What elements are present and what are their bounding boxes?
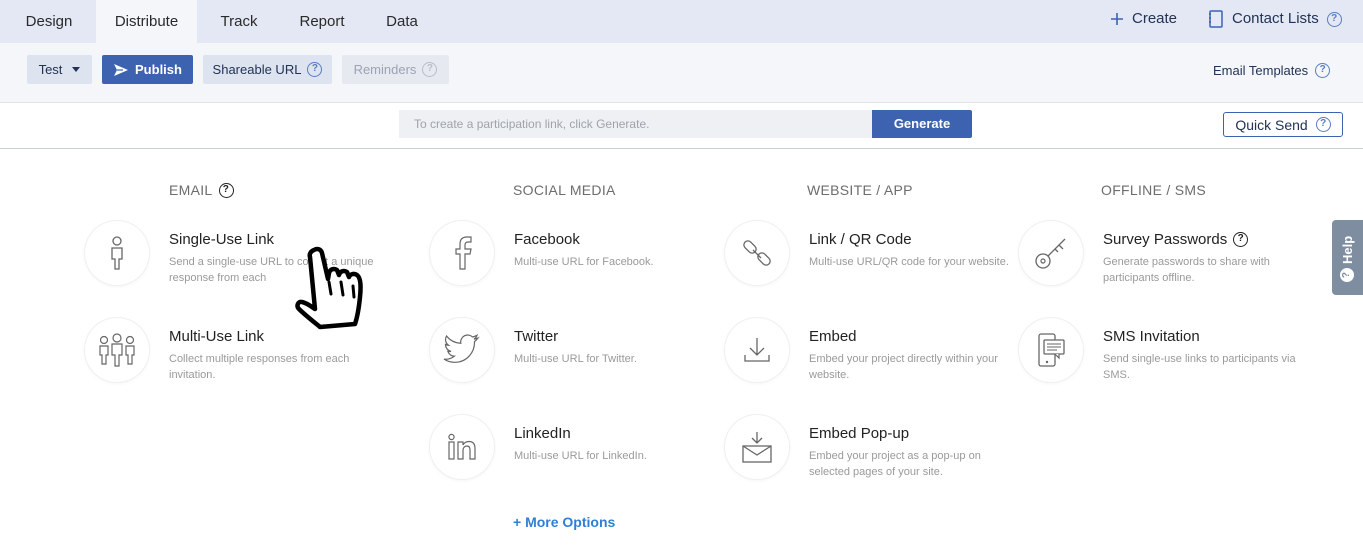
reminders-label: Reminders xyxy=(353,62,417,77)
link-icon xyxy=(725,221,789,285)
help-tab-content: ? Help xyxy=(1337,222,1357,282)
option-title: SMS Invitation xyxy=(1103,328,1200,345)
create-label: Create xyxy=(1132,10,1178,27)
caret-down-icon xyxy=(72,67,81,72)
help-question-icon: ? xyxy=(422,62,438,77)
more-options-link[interactable]: + More Options xyxy=(513,514,615,530)
person-icon xyxy=(85,221,149,285)
option-description: Multi-use URL/QR code for your website. xyxy=(809,256,1009,268)
contact-lists-label: Contact Lists xyxy=(1232,10,1319,27)
top-tab-bar: Design Distribute Track Report Data Crea… xyxy=(0,0,1363,43)
help-label: Help xyxy=(1339,235,1355,264)
reminders-button[interactable]: Reminders ? xyxy=(342,55,449,84)
tab-distribute[interactable]: Distribute xyxy=(96,0,197,43)
plus-icon xyxy=(1111,13,1123,25)
help-question-icon[interactable]: ? xyxy=(1233,232,1249,247)
option-embed[interactable]: Embed Embed your project directly within… xyxy=(725,318,1015,388)
option-description: Embed your project as a pop-up on select… xyxy=(809,450,981,478)
test-label: Test xyxy=(38,62,63,77)
option-description: Embed your project directly within your … xyxy=(809,353,998,381)
address-book-icon xyxy=(1209,10,1223,28)
generate-row: Generate Quick Send ? xyxy=(0,103,1363,149)
contact-lists-button[interactable]: Contact Lists ? xyxy=(1208,0,1342,38)
shareable-url-label: Shareable URL xyxy=(212,62,302,77)
action-bar: Test Publish Shareable URL ? Reminders ?… xyxy=(0,43,1363,103)
option-embed-popup[interactable]: Embed Pop-up Embed your project as a pop… xyxy=(725,415,1015,485)
key-icon xyxy=(1019,221,1083,285)
email-templates-link[interactable]: Email Templates ? xyxy=(1213,63,1331,78)
help-side-tab[interactable]: ? Help xyxy=(1332,220,1363,295)
linkedin-icon xyxy=(430,415,494,479)
option-title: Link / QR Code xyxy=(809,231,912,248)
tab-track[interactable]: Track xyxy=(206,0,272,43)
option-single-use-link[interactable]: Single-Use Link Send a single-use URL to… xyxy=(85,221,375,291)
option-description: Collect multiple responses from each inv… xyxy=(169,353,350,381)
envelope-download-icon xyxy=(725,415,789,479)
option-sms-invitation[interactable]: SMS Invitation Send single-use links to … xyxy=(1019,318,1309,388)
option-description: Generate passwords to share with partici… xyxy=(1103,256,1270,284)
email-heading: EMAIL ? xyxy=(169,182,234,198)
option-title-text: Survey Passwords xyxy=(1103,231,1228,248)
option-description: Multi-use URL for Twitter. xyxy=(514,353,637,365)
option-description: Send single-use links to participants vi… xyxy=(1103,353,1296,381)
email-heading-label: EMAIL xyxy=(169,182,213,198)
option-title: Facebook xyxy=(514,231,580,248)
facebook-icon xyxy=(430,221,494,285)
phone-message-icon xyxy=(1019,318,1083,382)
option-multi-use-link[interactable]: Multi-Use Link Collect multiple response… xyxy=(85,318,375,388)
generate-button[interactable]: Generate xyxy=(872,110,972,138)
tab-data[interactable]: Data xyxy=(375,0,429,43)
twitter-icon xyxy=(430,318,494,382)
option-title: Embed Pop-up xyxy=(809,425,910,442)
option-survey-passwords[interactable]: Survey Passwords ? Generate passwords to… xyxy=(1019,221,1309,291)
option-title: Multi-Use Link xyxy=(169,328,265,345)
quick-send-button[interactable]: Quick Send ? xyxy=(1223,112,1343,137)
offline-sms-heading: OFFLINE / SMS xyxy=(1101,182,1207,198)
social-media-heading: SOCIAL MEDIA xyxy=(513,182,616,198)
option-title: Embed xyxy=(809,328,857,345)
help-question-icon[interactable]: ? xyxy=(218,182,234,198)
option-description: Multi-use URL for LinkedIn. xyxy=(514,450,647,462)
option-facebook[interactable]: Facebook Multi-use URL for Facebook. xyxy=(430,221,720,291)
option-description: Multi-use URL for Facebook. xyxy=(514,256,654,268)
participation-link-input[interactable] xyxy=(399,110,872,138)
publish-button[interactable]: Publish xyxy=(102,55,193,84)
email-templates-label: Email Templates xyxy=(1213,63,1309,78)
option-title: Twitter xyxy=(514,328,559,345)
help-question-icon[interactable]: ? xyxy=(1326,11,1342,27)
help-question-icon: ? xyxy=(307,62,323,77)
quick-send-label: Quick Send xyxy=(1235,116,1308,133)
website-app-heading: WEBSITE / APP xyxy=(807,182,913,198)
option-twitter[interactable]: Twitter Multi-use URL for Twitter. xyxy=(430,318,720,388)
tab-design[interactable]: Design xyxy=(8,0,90,43)
send-icon xyxy=(114,63,129,76)
option-title: LinkedIn xyxy=(514,425,571,442)
group-icon xyxy=(85,318,149,382)
shareable-url-button[interactable]: Shareable URL ? xyxy=(203,55,332,84)
create-button[interactable]: Create xyxy=(1110,0,1177,38)
help-question-icon: ? xyxy=(1315,63,1331,78)
help-question-icon: ? xyxy=(1340,268,1354,282)
option-description: Send a single-use URL to collect a uniqu… xyxy=(169,256,374,284)
publish-label: Publish xyxy=(135,62,182,77)
option-link-qr-code[interactable]: Link / QR Code Multi-use URL/QR code for… xyxy=(725,221,1015,291)
tab-report[interactable]: Report xyxy=(290,0,354,43)
option-title: Survey Passwords ? xyxy=(1103,231,1249,248)
option-title: Single-Use Link xyxy=(169,231,275,248)
help-question-icon: ? xyxy=(1315,117,1331,132)
download-icon xyxy=(725,318,789,382)
test-dropdown-button[interactable]: Test xyxy=(27,55,92,84)
option-linkedin[interactable]: LinkedIn Multi-use URL for LinkedIn. xyxy=(430,415,720,485)
